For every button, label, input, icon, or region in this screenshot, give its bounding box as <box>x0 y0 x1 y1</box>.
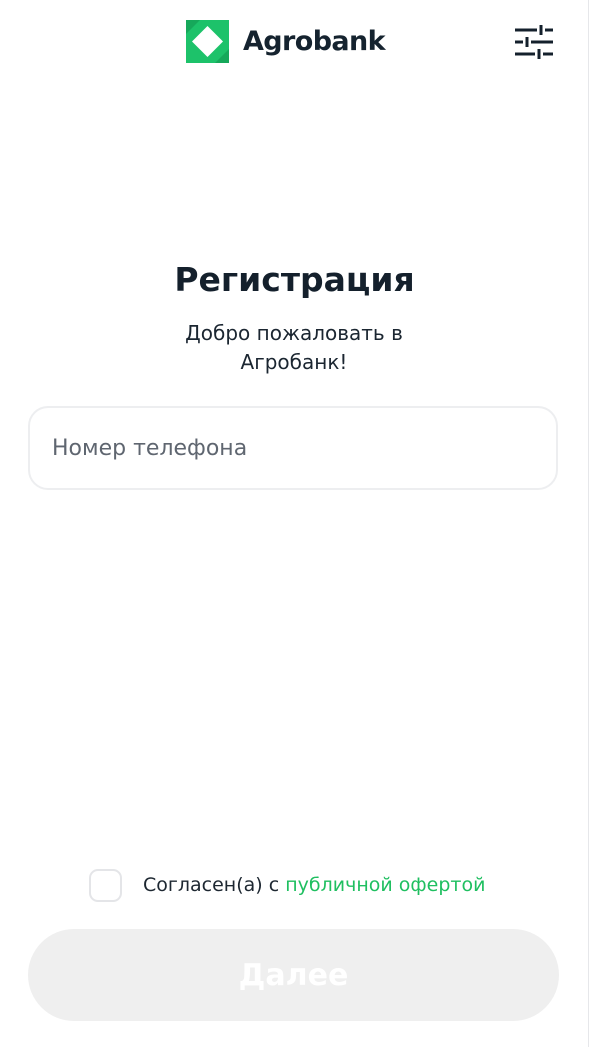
sliders-icon <box>515 25 553 59</box>
header: Agrobank <box>0 0 589 86</box>
phone-field[interactable] <box>28 406 558 490</box>
page-title: Регистрация <box>174 260 415 299</box>
agreement-checkbox[interactable] <box>89 868 122 902</box>
public-offer-link[interactable]: публичной офертой <box>285 874 485 896</box>
agreement-text: Согласен(а) с публичной офертой <box>143 874 485 896</box>
agreement-row: Согласен(а) с публичной офертой <box>89 867 485 903</box>
next-button[interactable]: Далее <box>28 929 559 1021</box>
phone-input[interactable] <box>52 408 532 488</box>
agrobank-logo-icon <box>186 20 229 63</box>
welcome-subtitle: Добро пожаловать в Агробанк! <box>185 321 403 374</box>
settings-button[interactable] <box>512 22 556 62</box>
registration-screen: Agrobank Регистрация Добро пожаловать в … <box>0 0 589 1047</box>
brand-name: Agrobank <box>243 26 386 57</box>
agreement-prefix: Согласен(а) с <box>143 874 286 896</box>
brand-logo: Agrobank <box>186 20 386 63</box>
